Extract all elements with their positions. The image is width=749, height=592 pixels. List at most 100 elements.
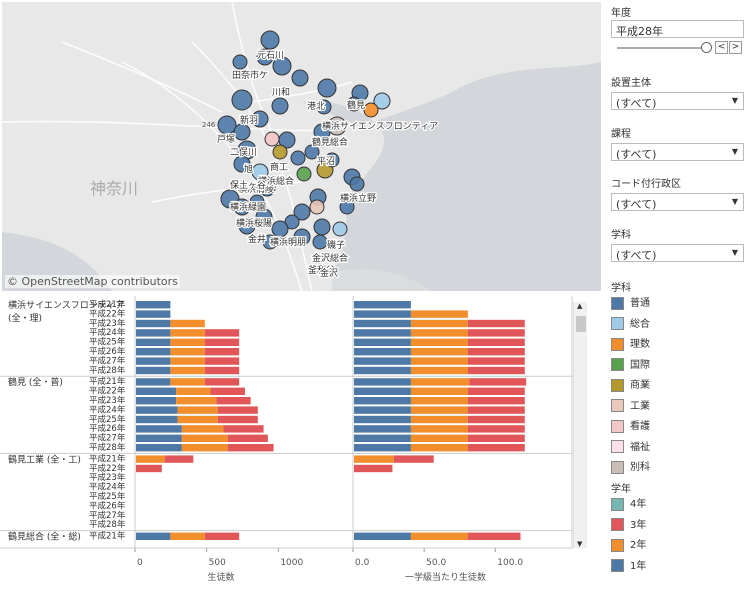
year-value[interactable]: 平成28年 [611,20,744,38]
bar-segment [170,366,205,375]
bar-segment [467,406,525,414]
bar-segment [410,378,470,386]
filter-dropdown[interactable]: (すべて) ▼ [611,193,744,211]
map-place-label: 横浜サイエンスフロンティア [322,120,438,132]
legend-item[interactable]: 国際 [611,356,650,372]
legend-label: 看護 [630,421,650,432]
bar-segment [410,329,468,337]
legend-item[interactable]: 商業 [611,376,650,392]
legend-label: 工業 [630,400,650,412]
map-canvas[interactable]: 元石川田奈 市ケ川和横浜サイエンスフロンティア 鶴見鶴見総合 港北新羽二俣川旭 商工 平沼… [2,2,601,291]
map-place-label: 元石川 [257,51,284,61]
bar-segment [210,387,245,395]
legend-item[interactable]: 福祉 [611,438,650,454]
bar-segment [177,415,218,424]
bar-segment [217,406,258,414]
row-label: 平成24年 [89,327,126,338]
legend-item[interactable]: 別科 [611,458,650,474]
legend-item[interactable]: 1年 [611,557,646,573]
map-place-label: 商工 [270,161,288,173]
bar-segment [410,425,468,433]
bar-segment [410,366,468,375]
row-label: 平成28年 [89,442,126,453]
row-label: 平成22年 [89,308,126,319]
bar-segment [136,415,178,424]
map-place-label: 港北 [307,100,325,112]
legend-item[interactable]: 4年 [611,495,646,511]
prev-year-icon[interactable]: < [715,41,728,54]
legend-item[interactable]: 普通 [611,294,650,310]
legend-item[interactable]: 工業 [611,397,650,413]
bar-segment [354,338,411,346]
filter-dropdown[interactable]: (すべて) ▼ [611,143,744,161]
bar-segment [227,444,274,452]
legend-item[interactable]: 理数 [611,335,650,351]
legend-item[interactable]: 2年 [611,536,646,552]
year-slider-track[interactable] [617,47,707,49]
legend-swatch [611,497,624,511]
scroll-thumb[interactable] [576,316,586,332]
row-label: 平成23年 [89,318,126,329]
bar-segment [170,378,205,386]
map-view[interactable]: 元石川 田奈 市ケ 川和 横浜サイエンスフロンティア 鶴見 鶴見総合 港北 新羽 二俣川旭 商工 平沼… [2,2,601,291]
bar-segment [410,397,468,405]
legend-item[interactable]: 看護 [611,417,650,433]
legend-swatch [611,399,624,412]
school-marker [296,166,312,182]
bar-segment [204,366,240,375]
bar-segment [204,532,240,540]
legend-swatch [611,358,624,371]
school-marker [309,199,325,215]
bar-segment [354,425,411,433]
bar-segment [467,444,525,452]
map-place-label: 旭 [244,163,253,175]
chevron-down-icon: ▼ [731,248,738,257]
bar-chart-area: 横浜サイエンスフロンティア (全・理) 平成21年 平成22年 平成23年 平成24年平… [0,296,600,589]
filter-dropdown[interactable]: (すべて) ▼ [611,244,744,262]
legend-item[interactable]: 3年 [611,516,646,532]
bar-segment [467,366,525,375]
vertical-scrollbar[interactable]: ▲ ▼ [573,302,587,548]
x-axis-label: 生徒数 [207,571,234,583]
bar-segment [354,301,411,309]
map-place-label: 横浜明朋 [270,236,306,248]
bar-segment [136,434,182,442]
bar-segment [410,434,468,442]
school-marker [264,131,280,147]
next-year-icon[interactable]: > [729,41,742,54]
legend-label: 3年 [630,519,647,531]
legend-item[interactable]: 総合 [611,315,650,331]
map-place-label: 保土ヶ谷 [230,179,266,191]
school-marker [231,89,253,111]
school-marker [290,150,306,166]
bar-segment [136,338,171,346]
map-place-label: 鶴見総合 [312,136,348,148]
bar-segment [136,425,182,433]
scroll-down-icon[interactable]: ▼ [577,540,582,548]
year-slider-thumb[interactable] [701,42,712,53]
map-place-label: 戸塚 [217,134,235,145]
filter-dropdown[interactable]: (すべて) ▼ [611,92,744,110]
legend-label: 商業 [630,380,650,391]
bar-segment [136,329,171,337]
dropdown-value: (すべて) [616,249,657,262]
x-tick-label: 0 [137,558,143,568]
legend-label: 理数 [630,339,650,350]
bar-segment [354,319,411,328]
x-tick-label: 50.0 [426,558,446,568]
bar-segment [410,319,468,328]
bar-segment [410,406,468,414]
x-axis-label: 一学級当たり生徒数 [405,571,486,583]
legend-swatch [611,440,624,453]
bar-segment [170,338,205,346]
filter-label: 課程 [611,129,631,140]
chevron-down-icon: ▼ [731,197,738,206]
school-marker [317,78,337,98]
row-label: 平成27年 [89,510,126,521]
legend-label: 4年 [630,499,647,510]
legend-label: 普通 [630,298,650,309]
scroll-up-icon[interactable]: ▲ [577,302,582,310]
bar-segment [467,329,525,337]
row-label: 平成25年 [89,491,126,502]
bar-segment [136,397,177,405]
